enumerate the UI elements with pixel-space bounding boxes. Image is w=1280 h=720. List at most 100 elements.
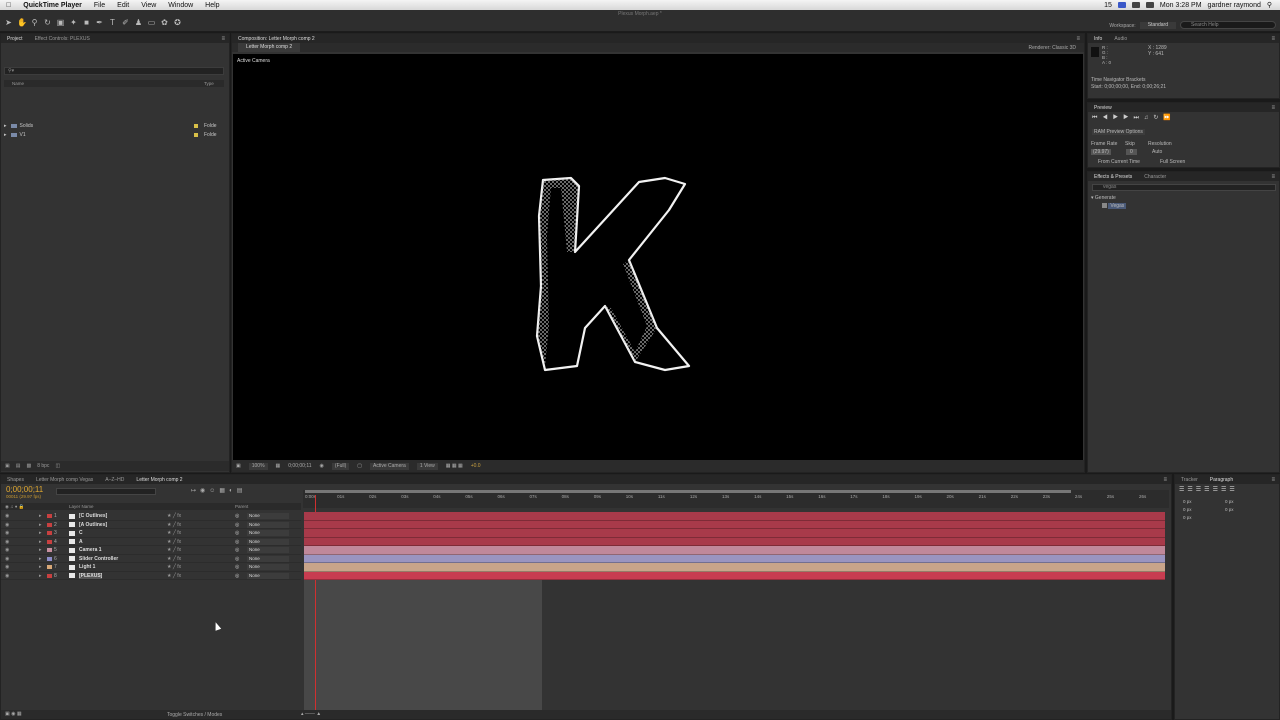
tab-letter-morph-vegas[interactable]: Letter Morph comp Vegas xyxy=(30,477,99,483)
current-timecode[interactable]: 0;00;00;11 xyxy=(6,485,43,494)
snapshot-icon[interactable]: ◉ xyxy=(320,463,324,469)
expand-icon[interactable]: ▸ xyxy=(39,513,42,519)
roto-tool-icon[interactable]: ✿ xyxy=(160,18,169,27)
panel-menu-icon[interactable]: ≡ xyxy=(1271,36,1275,42)
expand-icon[interactable]: ▸ xyxy=(39,573,42,579)
parent-pickwhip-icon[interactable]: ◎ xyxy=(235,522,239,528)
menu-file[interactable]: File xyxy=(88,2,111,9)
expand-icon[interactable]: ▸ xyxy=(39,539,42,545)
ram-preview-options[interactable]: RAM Preview Options xyxy=(1092,129,1145,135)
layer-label-color[interactable] xyxy=(47,531,52,535)
trash-icon[interactable]: ◫ xyxy=(55,463,60,469)
zoom-tool-icon[interactable]: ⚲ xyxy=(30,18,39,27)
layer-switches[interactable]: ★ ╱ fx xyxy=(167,547,181,553)
menu-view[interactable]: View xyxy=(135,2,162,9)
disclosure-icon[interactable]: ▸ xyxy=(4,123,7,129)
parent-pickwhip-icon[interactable]: ◎ xyxy=(235,539,239,545)
roi-icon[interactable]: ▢ xyxy=(357,463,362,469)
zoom-slider[interactable]: ▴ —— ▲ xyxy=(301,711,321,717)
new-folder-icon[interactable]: ▤ xyxy=(16,463,21,469)
prev-frame-icon[interactable]: ◀ xyxy=(1102,115,1112,121)
hand-tool-icon[interactable]: ✋ xyxy=(17,18,27,27)
justify-left-icon[interactable]: ☰ xyxy=(1204,487,1212,493)
tab-composition[interactable]: Composition: Letter Morph comp 2 xyxy=(232,36,321,42)
toggle-switches-modes[interactable]: Toggle Switches / Modes xyxy=(167,712,222,718)
comp-mini-flowchart-icon[interactable]: ↦ xyxy=(191,488,200,494)
full-screen-checkbox[interactable]: Full Screen xyxy=(1160,159,1185,165)
project-item[interactable]: ▸ V1 Folde xyxy=(4,131,224,139)
comp-viewer[interactable]: Active Camera xyxy=(233,54,1083,460)
first-frame-icon[interactable]: ⏮ xyxy=(1092,115,1102,121)
layer-row[interactable]: ◉ ▸ 5 Camera 1 ★ ╱ fx ◎ None xyxy=(1,546,301,555)
layer-name[interactable]: [PLEXUS] xyxy=(79,572,103,579)
comp-subtab[interactable]: Letter Morph comp 2 xyxy=(238,43,301,52)
graph-editor-icon[interactable]: ▤ xyxy=(237,488,247,494)
disclosure-icon[interactable]: ▸ xyxy=(4,132,7,138)
work-area-bar[interactable] xyxy=(305,490,1071,493)
skip-field[interactable]: 0 xyxy=(1126,149,1137,155)
parent-dropdown[interactable]: None xyxy=(247,564,289,570)
col-layer-name[interactable]: Layer Name xyxy=(69,504,94,509)
layer-duration-bar[interactable] xyxy=(304,554,1165,563)
status-icon[interactable] xyxy=(1117,2,1126,8)
layer-label-color[interactable] xyxy=(47,556,52,561)
menu-help[interactable]: Help xyxy=(199,2,225,9)
footer-icons[interactable]: ▣ ◉ ▦ xyxy=(5,711,22,717)
align-center-icon[interactable]: ☰ xyxy=(1187,487,1195,493)
tab-audio[interactable]: Audio xyxy=(1108,36,1133,42)
tab-effects-presets[interactable]: Effects & Presets xyxy=(1088,174,1138,180)
views-dropdown[interactable]: 1 View xyxy=(416,462,438,470)
camera-tool-icon[interactable]: ▣ xyxy=(56,18,65,27)
tab-a-z-hd[interactable]: A–Z–HD xyxy=(99,477,130,483)
brush-tool-icon[interactable]: ✐ xyxy=(121,18,130,27)
tab-tracker[interactable]: Tracker xyxy=(1175,477,1204,483)
frame-rate-dropdown[interactable]: (29.97) xyxy=(1091,149,1111,155)
panel-menu-icon[interactable]: ≡ xyxy=(1271,105,1275,111)
parent-pickwhip-icon[interactable]: ◎ xyxy=(235,573,239,579)
expand-icon[interactable]: ▸ xyxy=(39,530,42,536)
layer-row[interactable]: ◉ ▸ 4 A ★ ╱ fx ◎ None xyxy=(1,538,301,546)
resolution-dropdown[interactable]: (Full) xyxy=(331,462,350,470)
effect-item-vegas[interactable]: Vegas xyxy=(1102,203,1127,209)
workspace-dropdown[interactable]: Standard xyxy=(1139,22,1176,29)
parent-pickwhip-icon[interactable]: ◎ xyxy=(235,556,239,562)
camera-dropdown[interactable]: Active Camera xyxy=(370,462,409,470)
panel-menu-icon[interactable]: ≡ xyxy=(1163,477,1167,483)
layer-label-color[interactable] xyxy=(47,539,52,544)
indent-left-field[interactable]: 0 px xyxy=(1183,499,1192,504)
loop-icon[interactable]: ↻ xyxy=(1153,115,1163,121)
layer-row[interactable]: ◉ ▸ 6 Slider Controller ★ ╱ fx ◎ None xyxy=(1,555,301,563)
comp-timecode[interactable]: 0;00;00;11 xyxy=(288,463,311,469)
visibility-icon[interactable]: ◉ xyxy=(5,522,9,528)
layer-switches[interactable]: ★ ╱ fx xyxy=(167,522,181,528)
visibility-icon[interactable]: ◉ xyxy=(5,547,9,553)
tab-effect-controls[interactable]: Effect Controls: PLEXUS xyxy=(29,36,96,42)
new-comp-icon[interactable]: ▩ xyxy=(26,463,31,469)
layer-switches[interactable]: ★ ╱ fx xyxy=(167,530,181,536)
puppet-tool-icon[interactable]: ✪ xyxy=(173,18,182,27)
layer-duration-bar[interactable] xyxy=(304,512,1165,521)
menu-edit[interactable]: Edit xyxy=(111,2,135,9)
time-ruler[interactable]: 0:00s 01s 02s 03s 04s 05s 06s 07s 08s 09s 10s 11s 12… xyxy=(303,490,1169,508)
layer-name[interactable]: A xyxy=(79,539,83,545)
menu-app[interactable]: QuickTime Player xyxy=(17,2,88,9)
interpret-footage-icon[interactable]: ▣ xyxy=(5,463,10,469)
layer-row[interactable]: ◉ ▸ 8 [PLEXUS] ★ ╱ fx ◎ None xyxy=(1,572,301,580)
panel-menu-icon[interactable]: ≡ xyxy=(1076,36,1080,42)
tab-character[interactable]: Character xyxy=(1138,174,1172,180)
apple-icon[interactable]:  xyxy=(0,2,17,9)
visibility-icon[interactable]: ◉ xyxy=(5,539,9,545)
layer-switches[interactable]: ★ ╱ fx xyxy=(167,556,181,562)
space-after-field[interactable]: 0 px xyxy=(1183,515,1192,520)
layer-label-color[interactable] xyxy=(47,565,52,569)
panel-menu-icon[interactable]: ≡ xyxy=(221,36,225,42)
av-features-icon[interactable]: ◉ ♫ ● 🔒 xyxy=(5,504,24,510)
layer-label-color[interactable] xyxy=(47,573,52,578)
menu-window[interactable]: Window xyxy=(162,2,199,9)
tab-project[interactable]: Project xyxy=(1,36,29,42)
expand-icon[interactable]: ▸ xyxy=(39,564,42,570)
parent-pickwhip-icon[interactable]: ◎ xyxy=(235,564,239,570)
layer-label-color[interactable] xyxy=(47,548,52,552)
layer-name[interactable]: Camera 1 xyxy=(79,547,102,553)
space-before-field[interactable]: 0 px xyxy=(1225,507,1234,512)
